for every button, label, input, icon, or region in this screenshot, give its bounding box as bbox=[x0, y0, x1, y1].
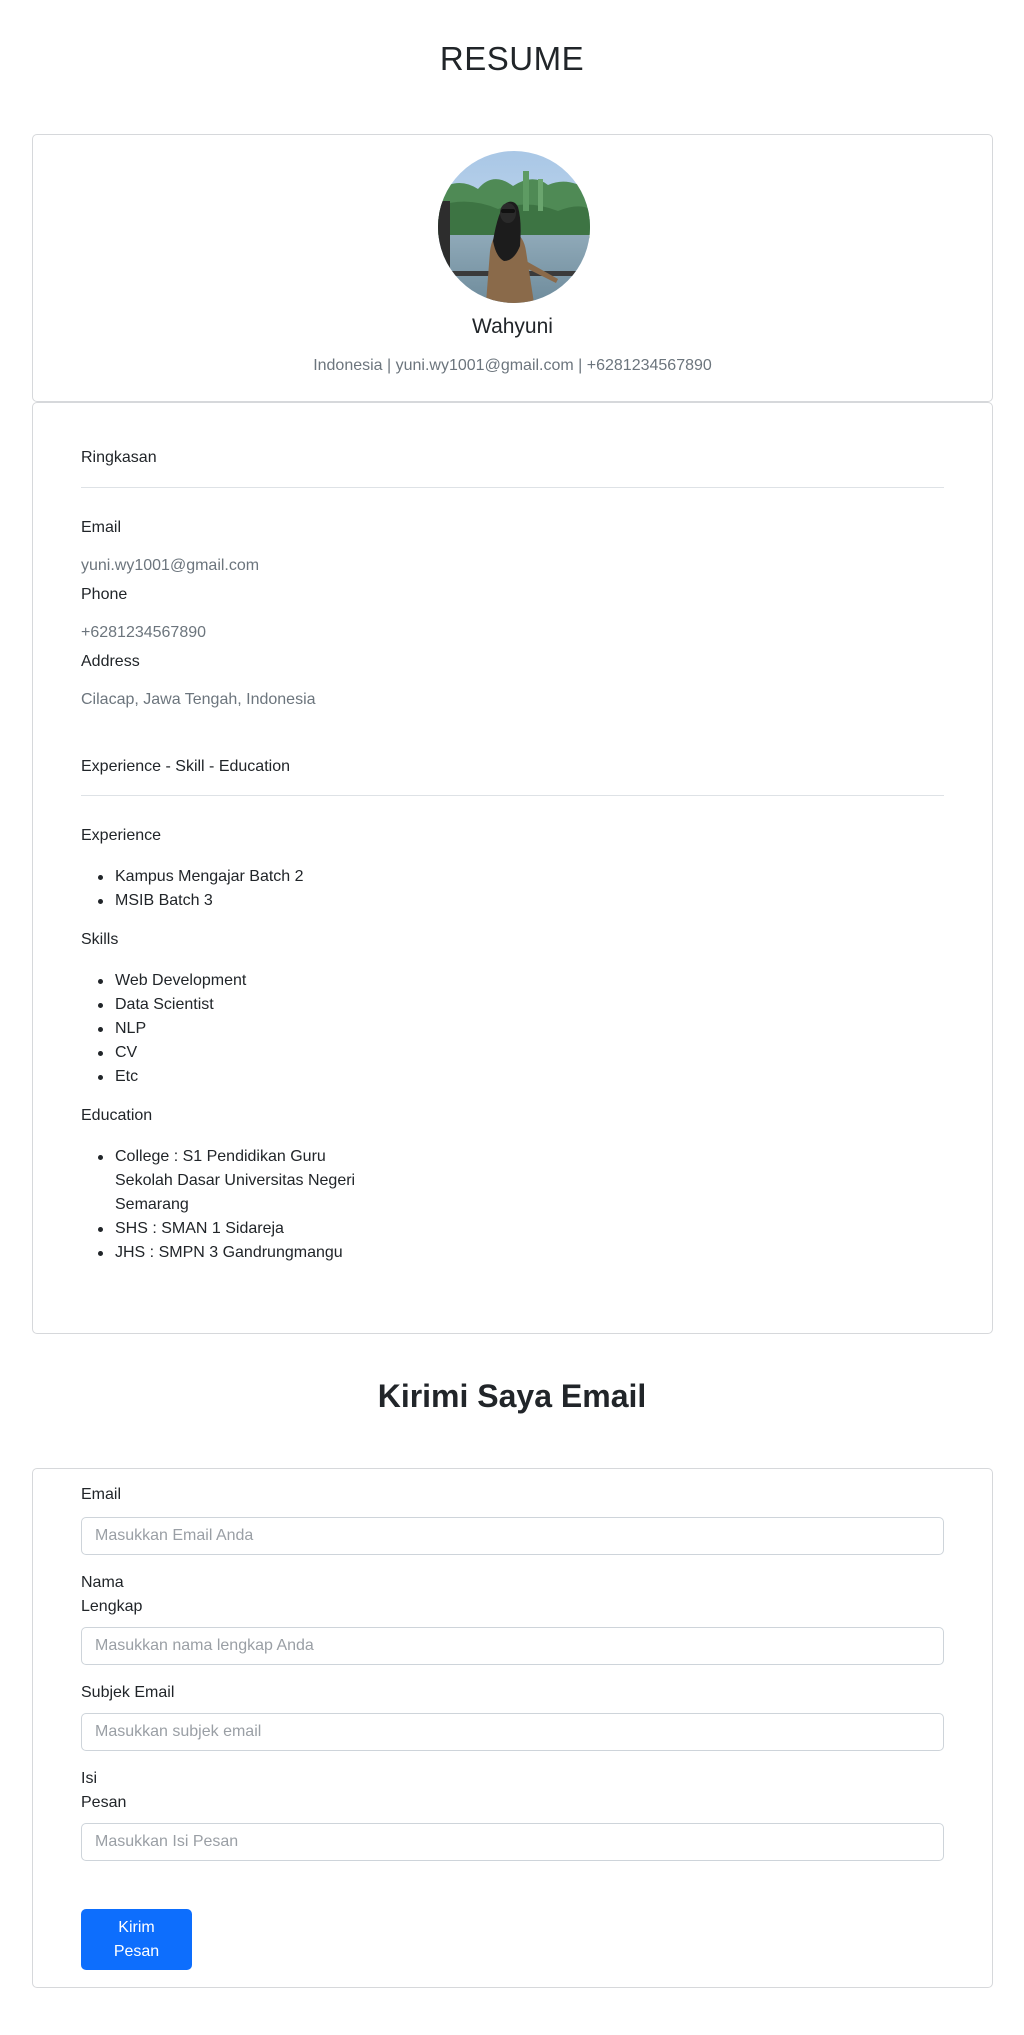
details-divider bbox=[81, 795, 944, 796]
phone-label: Phone bbox=[81, 586, 128, 603]
email-value: yuni.wy1001@gmail.com bbox=[81, 557, 260, 574]
send-message-button[interactable]: Kirim Pesan bbox=[81, 1909, 192, 1970]
summary-heading: Ringkasan bbox=[81, 449, 157, 466]
subject-field-label: Subjek Email bbox=[81, 1684, 175, 1701]
experience-label: Experience bbox=[81, 827, 162, 844]
full-name-field[interactable] bbox=[81, 1627, 944, 1665]
message-field-label: Isi Pesan bbox=[81, 1770, 127, 1811]
list-item: Etc bbox=[97, 1065, 246, 1089]
list-item: SHS : SMAN 1 Sidareja bbox=[98, 1217, 373, 1241]
summary-divider bbox=[81, 487, 944, 488]
list-item: Web Development bbox=[97, 969, 246, 993]
profile-photo bbox=[438, 151, 590, 303]
list-item: JHS : SMPN 3 Gandrungmangu bbox=[98, 1241, 373, 1265]
list-item: CV bbox=[97, 1041, 246, 1065]
profile-contact-line: Indonesia | yuni.wy1001@gmail.com | +628… bbox=[313, 357, 712, 374]
name-field-label: Nama Lengkap bbox=[81, 1574, 143, 1615]
education-label: Education bbox=[81, 1107, 153, 1124]
avatar bbox=[438, 151, 590, 303]
resume-details-card: Ringkasan Email yuni.wy1001@gmail.com Ph… bbox=[32, 402, 993, 1334]
list-item: Kampus Mengajar Batch 2 bbox=[98, 865, 304, 889]
contact-form-card: Email Nama Lengkap Subjek Email Isi Pesa… bbox=[32, 1468, 993, 1988]
page-title: RESUME bbox=[439, 40, 585, 77]
email-field-label: Email bbox=[81, 1486, 122, 1503]
profile-card: Wahyuni Indonesia | yuni.wy1001@gmail.co… bbox=[32, 134, 993, 402]
contact-section-title: Kirimi Saya Email bbox=[377, 1378, 647, 1414]
experience-list: Kampus Mengajar Batch 2 MSIB Batch 3 bbox=[98, 865, 304, 913]
address-value: Cilacap, Jawa Tengah, Indonesia bbox=[81, 691, 316, 708]
skills-label: Skills bbox=[81, 931, 119, 948]
address-label: Address bbox=[81, 653, 140, 670]
phone-value: +6281234567890 bbox=[81, 624, 207, 641]
profile-name: Wahyuni bbox=[472, 315, 553, 338]
education-list: College : S1 Pendidikan Guru Sekolah Das… bbox=[98, 1145, 373, 1265]
list-item: MSIB Batch 3 bbox=[98, 889, 304, 913]
email-label: Email bbox=[81, 519, 122, 536]
list-item: Data Scientist bbox=[97, 993, 246, 1017]
list-item: NLP bbox=[97, 1017, 246, 1041]
subject-field[interactable] bbox=[81, 1713, 944, 1751]
skills-list: Web Development Data Scientist NLP CV Et… bbox=[97, 969, 246, 1089]
message-field[interactable] bbox=[81, 1823, 944, 1861]
email-field[interactable] bbox=[81, 1517, 944, 1555]
details-heading: Experience - Skill - Education bbox=[81, 758, 290, 775]
list-item: College : S1 Pendidikan Guru Sekolah Das… bbox=[98, 1145, 373, 1217]
